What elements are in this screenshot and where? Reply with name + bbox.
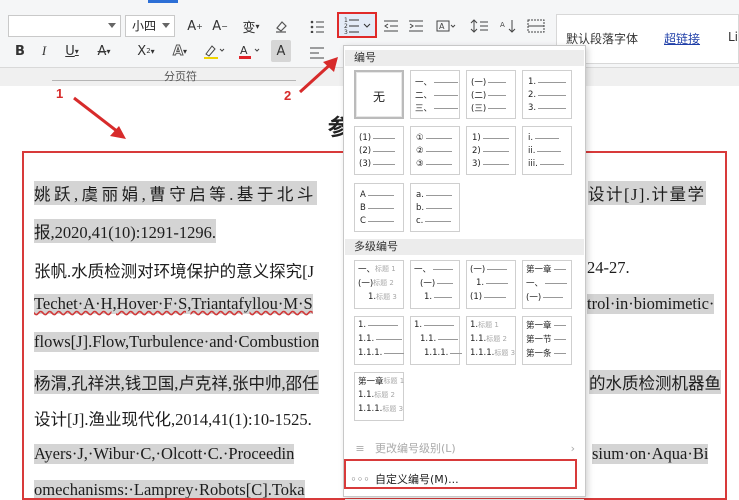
chevron-right-icon: ›: [570, 441, 575, 455]
multilevel-tile[interactable]: 1. 1.1. 1.1.1.: [410, 316, 463, 365]
tile-style-label: 标题 3: [494, 349, 516, 357]
tile-marker: 3): [472, 159, 481, 169]
tile-style-label: 标题 1: [375, 265, 396, 273]
tile-style-label: 标题 1: [383, 377, 405, 385]
tile-marker: ②: [416, 146, 424, 156]
numbering-tile-chinese-paren[interactable]: (一) (二) (三): [466, 70, 516, 119]
tile-marker: 第一条: [526, 349, 552, 359]
tile-marker: 1.: [528, 77, 537, 87]
tile-marker: (3): [359, 159, 372, 169]
tile-marker: ii.: [528, 146, 536, 156]
multilevel-tile[interactable]: 1. 标题 1 1.1. 标题 2 1.1.1. 标题 3: [466, 316, 516, 365]
tile-marker: 三、: [415, 104, 433, 114]
multilevel-tile[interactable]: 第一章 标题 1 1.1. 标题 2 1.1.1. 标题 3: [354, 372, 404, 421]
tile-marker: A: [360, 190, 366, 200]
annotation-box-custom-numbering: [344, 459, 577, 489]
tile-marker: (一): [526, 293, 542, 303]
tile-marker: 1.1.1.: [358, 404, 383, 414]
tile-marker: 1.1.1.: [424, 348, 449, 358]
multilevel-tile[interactable]: 第一章 第一节 第一条: [522, 316, 572, 365]
numbering-none-label: 无: [372, 90, 385, 104]
numbering-tile-upper-alpha[interactable]: A B C: [354, 183, 404, 232]
numbering-tile-roman[interactable]: i. ii. iii.: [522, 126, 572, 175]
tile-marker: c.: [416, 216, 424, 226]
tile-marker: 1.1.1.: [470, 348, 495, 358]
tile-marker: (2): [359, 146, 372, 156]
numbering-none-tile[interactable]: 无: [354, 70, 404, 119]
level-icon: ≡: [355, 441, 365, 455]
tile-marker: 一、: [415, 78, 433, 88]
tile-marker: C: [360, 216, 366, 226]
tile-marker: (1): [470, 292, 483, 302]
multilevel-tile[interactable]: 1. 1.1. 1.1.1.: [354, 316, 405, 365]
tile-marker: 1.1.: [420, 334, 437, 344]
numbering-dropdown: 编号 无 一、 二、 三、 (一) (二) (三) 1. 2. 3. (1) (…: [343, 45, 586, 500]
numbering-tile-chinese-comma[interactable]: 一、 二、 三、: [410, 70, 460, 119]
tile-marker: 3.: [528, 103, 537, 113]
annotation-step-2: 2: [284, 88, 292, 103]
tile-marker: 第一章: [526, 265, 552, 275]
tile-style-label: 标题 1: [478, 321, 499, 329]
tile-marker: 第一章: [526, 321, 552, 331]
tile-marker: 二、: [415, 91, 433, 101]
tile-style-label: 标题 2: [374, 391, 395, 399]
annotation-step-1: 1: [56, 86, 64, 101]
tile-marker: 1.: [414, 320, 423, 330]
tile-marker: b.: [416, 203, 425, 213]
tile-marker: 1.: [358, 320, 367, 330]
tile-marker: (一): [420, 279, 436, 289]
tile-marker: 1.: [368, 292, 377, 302]
tile-marker: (1): [359, 133, 372, 143]
tile-style-label: 标题 2: [373, 279, 394, 287]
tile-marker: 2): [472, 146, 481, 156]
tile-marker: 第一节: [526, 335, 552, 345]
tile-marker: 1.: [424, 292, 433, 302]
numbering-tile-arabic-paren[interactable]: (1) (2) (3): [354, 126, 404, 175]
multilevel-tile[interactable]: 第一章 一、 (一): [522, 260, 572, 309]
numbering-tile-arabic-dot[interactable]: 1. 2. 3.: [522, 70, 572, 119]
tile-marker: 1.1.: [358, 390, 375, 400]
tile-marker: 一、: [526, 279, 544, 289]
tile-marker: a.: [416, 190, 424, 200]
tile-marker: ①: [416, 133, 424, 143]
multilevel-tile[interactable]: (一) 1. (1): [466, 260, 516, 309]
tile-marker: i.: [528, 133, 534, 143]
tile-marker: 2.: [528, 90, 537, 100]
tile-marker: 1.1.: [470, 334, 487, 344]
tile-marker: iii.: [528, 159, 538, 169]
numbering-tile-circled[interactable]: ① ② ③: [410, 126, 460, 175]
tile-marker: B: [360, 203, 366, 213]
tile-marker: 1.: [470, 320, 479, 330]
tile-marker: (三): [471, 104, 487, 114]
tile-marker: (二): [471, 91, 487, 101]
tile-marker: 1): [472, 133, 481, 143]
tile-marker: 一、: [414, 265, 432, 275]
multilevel-tile[interactable]: 一、 (一) 1.: [410, 260, 460, 309]
tile-marker: 一、: [358, 265, 376, 275]
tile-marker: 1.1.1.: [358, 348, 383, 358]
menu-change-level-label: 更改编号级别(L): [375, 442, 456, 455]
multilevel-tile[interactable]: 一、 标题 1 (一) 标题 2 1. 标题 3: [354, 260, 404, 309]
tile-style-label: 标题 2: [486, 335, 507, 343]
menu-change-level: ≡ 更改编号级别(L) ›: [345, 436, 585, 460]
section-header-numbering: 编号: [345, 50, 584, 66]
tile-marker: 第一章: [358, 377, 384, 387]
tile-marker: (一): [471, 78, 487, 88]
tile-marker: ③: [416, 159, 424, 169]
tile-marker: 1.: [476, 278, 485, 288]
section-header-multilevel: 多级编号: [345, 239, 584, 255]
tile-marker: (一): [470, 265, 486, 275]
numbering-tile-lower-alpha[interactable]: a. b. c.: [410, 183, 460, 232]
tile-style-label: 标题 3: [376, 293, 397, 301]
tile-marker: 1.1.: [358, 334, 375, 344]
tile-style-label: 标题 3: [382, 405, 404, 413]
numbering-tile-arabic-rparen[interactable]: 1) 2) 3): [466, 126, 516, 175]
tile-marker: (一): [358, 279, 374, 289]
